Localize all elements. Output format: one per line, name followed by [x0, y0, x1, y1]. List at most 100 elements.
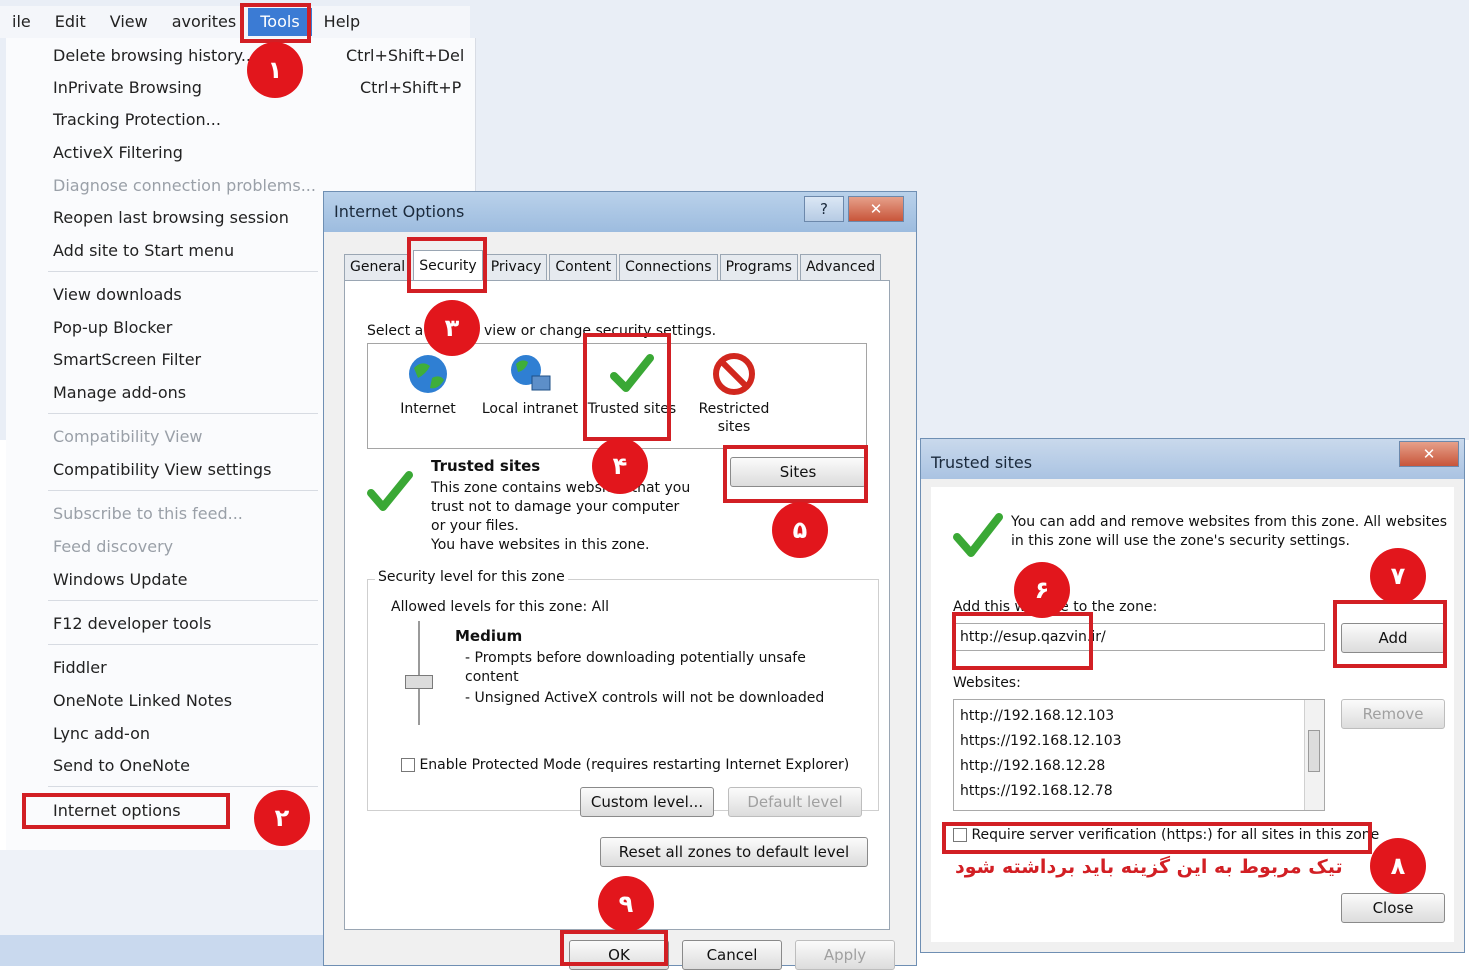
- menu-item-label: OneNote Linked Notes: [53, 690, 233, 710]
- menu-separator: [48, 490, 318, 491]
- annotation-box-internet-options: [22, 793, 230, 829]
- websites-scrollbar[interactable]: [1304, 700, 1324, 810]
- annotation-box-url: [952, 612, 1093, 670]
- menu-favorites[interactable]: avorites: [160, 8, 249, 36]
- zone-restricted-sites[interactable]: Restricted sites: [684, 344, 784, 450]
- website-list-items: http://192.168.12.103 https://192.168.12…: [960, 704, 1122, 804]
- taskbar-area: [0, 850, 330, 966]
- tab-content[interactable]: Content: [549, 254, 618, 280]
- scrollbar-thumb[interactable]: [1308, 730, 1320, 772]
- menu-item-label: F12 developer tools: [53, 613, 212, 633]
- zone-local-intranet[interactable]: Local intranet: [480, 344, 580, 450]
- tab-privacy[interactable]: Privacy: [484, 254, 548, 280]
- zone-internet[interactable]: Internet: [378, 344, 478, 450]
- menu-item-delete-history[interactable]: Delete browsing history... Ctrl+Shift+Del: [6, 40, 476, 70]
- step-badge-7: ۷: [1370, 548, 1426, 604]
- dialog-titlebar: Trusted sites ✕: [921, 439, 1464, 479]
- security-level-title: Security level for this zone: [375, 569, 568, 585]
- zone-note: You have websites in this zone.: [431, 537, 650, 553]
- annotation-box-ok-button: [560, 930, 668, 966]
- checkmark-icon: [953, 513, 1003, 557]
- menu-item-activex-filtering[interactable]: ActiveX Filtering: [6, 137, 476, 167]
- menu-item-shortcut: Ctrl+Shift+P: [360, 77, 462, 97]
- website-item[interactable]: http://192.168.12.103: [960, 704, 1122, 729]
- menu-item-label: Compatibility View: [53, 426, 203, 446]
- remove-button: Remove: [1341, 699, 1445, 729]
- default-level-button: Default level: [728, 787, 862, 817]
- close-button[interactable]: ✕: [848, 196, 904, 222]
- slider-track: [418, 621, 420, 725]
- annotation-box-tools: [240, 3, 311, 43]
- trusted-sites-info: You can add and remove websites from thi…: [1011, 514, 1448, 549]
- menu-item-label: Feed discovery: [53, 536, 174, 556]
- zone-label: Local intranet: [481, 401, 579, 417]
- menu-separator: [48, 786, 318, 787]
- tab-general[interactable]: General: [344, 254, 412, 280]
- annotation-box-add-button: [1333, 600, 1447, 668]
- protected-mode-checkbox[interactable]: [401, 758, 415, 772]
- restricted-icon: [713, 353, 755, 395]
- menu-separator: [48, 271, 318, 272]
- level-point: - Prompts before downloading potentially…: [465, 650, 806, 685]
- tab-connections[interactable]: Connections: [619, 254, 718, 280]
- trusted-check-icon: [367, 471, 413, 511]
- step-badge-8: ۸: [1370, 838, 1426, 894]
- menu-item-tracking-protection[interactable]: Tracking Protection...: [6, 104, 476, 134]
- menu-view[interactable]: View: [98, 8, 160, 36]
- menu-item-label: Pop-up Blocker: [53, 317, 173, 337]
- menu-item-label: Send to OneNote: [53, 755, 190, 775]
- custom-level-button[interactable]: Custom level...: [580, 787, 714, 817]
- globe-icon: [409, 355, 447, 393]
- protected-mode-option[interactable]: Enable Protected Mode (requires restarti…: [401, 757, 849, 773]
- help-button[interactable]: ?: [804, 196, 844, 222]
- menu-item-label: ActiveX Filtering: [53, 142, 183, 162]
- menu-item-label: Windows Update: [53, 569, 188, 589]
- menu-separator: [48, 600, 318, 601]
- menu-item-label: Subscribe to this feed...: [53, 503, 243, 523]
- step-badge-2: ۲: [254, 790, 310, 846]
- menu-item-label: Delete browsing history...: [53, 45, 257, 65]
- dialog-titlebar: Internet Options ? ✕: [324, 192, 916, 232]
- tab-programs[interactable]: Programs: [719, 254, 798, 280]
- website-item[interactable]: https://192.168.12.103: [960, 729, 1122, 754]
- menu-item-label: Diagnose connection problems...: [53, 175, 316, 195]
- allowed-levels-label: Allowed levels for this zone: All: [391, 599, 609, 615]
- website-item[interactable]: http://192.168.12.28: [960, 754, 1122, 779]
- close-dialog-button[interactable]: Close: [1341, 893, 1445, 923]
- menu-item-label: View downloads: [53, 284, 182, 304]
- close-button[interactable]: ✕: [1399, 441, 1459, 467]
- level-point: - Unsigned ActiveX controls will not be …: [465, 690, 825, 706]
- annotation-box-require-https: [942, 822, 1372, 854]
- menu-item-label: Lync add-on: [53, 723, 151, 743]
- menu-item-label: Tracking Protection...: [53, 109, 221, 129]
- step-badge-4: ۴: [592, 438, 648, 494]
- taskbar: [0, 935, 330, 966]
- internet-options-dialog: Internet Options ? ✕ General Security Pr…: [323, 191, 917, 970]
- menu-file[interactable]: ile: [0, 8, 43, 36]
- intranet-icon: [511, 355, 551, 391]
- security-level-slider[interactable]: [399, 621, 439, 725]
- step-badge-3: ۳: [424, 300, 480, 356]
- reset-all-zones-button[interactable]: Reset all zones to default level: [600, 837, 868, 867]
- website-item[interactable]: https://192.168.12.78: [960, 779, 1122, 804]
- slider-thumb[interactable]: [405, 675, 433, 689]
- menu-item-shortcut: Ctrl+Shift+Del: [346, 45, 465, 65]
- dialog-title: Internet Options: [334, 202, 465, 221]
- zone-title: Trusted sites: [431, 457, 541, 475]
- menu-item-label: Compatibility View settings: [53, 459, 272, 479]
- menu-item-label: Manage add-ons: [53, 382, 187, 402]
- step-badge-5: ۵: [772, 502, 828, 558]
- menu-item-label: Fiddler: [53, 657, 107, 677]
- websites-list[interactable]: http://192.168.12.103 https://192.168.12…: [953, 699, 1325, 811]
- dialog-title: Trusted sites: [931, 453, 1033, 472]
- menu-item-label: Reopen last browsing session: [53, 207, 289, 227]
- menu-edit[interactable]: Edit: [43, 8, 98, 36]
- tab-advanced[interactable]: Advanced: [799, 254, 882, 280]
- annotation-box-security-tab: [407, 237, 487, 293]
- protected-mode-label: Enable Protected Mode (requires restarti…: [419, 757, 850, 773]
- annotation-note: تیک مربوط به این گزینه باید برداشته شود: [955, 856, 1343, 878]
- menu-item-inprivate[interactable]: InPrivate Browsing Ctrl+Shift+P: [6, 72, 476, 102]
- annotation-box-sites-button: [723, 445, 868, 503]
- menu-help[interactable]: Help: [312, 8, 372, 36]
- menu-separator: [48, 644, 318, 645]
